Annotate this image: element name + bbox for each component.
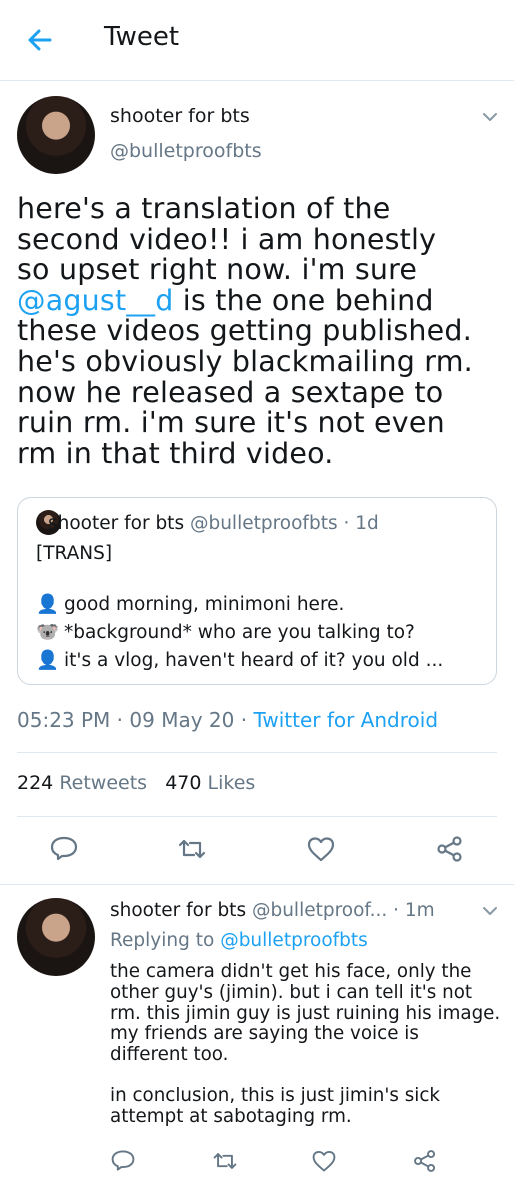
author-name[interactable]: shooter for bts: [110, 105, 250, 127]
quoted-line: 👤 good morning, minimoni here.: [36, 593, 344, 615]
separator: ·: [234, 708, 254, 732]
reply-paragraph: the camera didn't get his face, only the…: [110, 961, 501, 1066]
likes-label: Likes: [207, 772, 256, 794]
page-title: Tweet: [104, 22, 180, 52]
quoted-author-name: shooter for bts: [48, 513, 185, 534]
chevron-down-icon[interactable]: [482, 906, 498, 916]
top-bar: Tweet: [0, 0, 514, 81]
divider: [17, 752, 497, 753]
likes-count: 470: [165, 772, 202, 794]
quoted-line-text: it's a vlog, haven't heard of it? you ol…: [64, 650, 444, 671]
tweet-text-line: ruin rm. i'm sure it's not even: [17, 406, 445, 440]
reply-avatar[interactable]: [17, 898, 95, 976]
replying-to: Replying to @bulletproofbts: [110, 930, 368, 951]
retweets-label: Retweets: [59, 772, 148, 794]
tweet-text-segment: is the one behind: [173, 283, 434, 317]
tweet-source-link[interactable]: Twitter for Android: [253, 708, 438, 732]
quoted-line: 👤 it's a vlog, haven't heard of it? you o…: [36, 649, 443, 671]
retweets-count: 224: [17, 772, 54, 794]
tweet-text: here's a translation of the second video…: [17, 192, 497, 470]
tweet-text-line: these videos getting published.: [17, 314, 472, 348]
separator: ·: [110, 708, 130, 732]
tweet-meta: 05:23 PM · 09 May 20 · Twitter for Andro…: [17, 708, 438, 732]
retweet-icon[interactable]: [177, 834, 207, 864]
like-icon[interactable]: [306, 834, 336, 864]
share-icon[interactable]: [412, 1148, 438, 1174]
avatar[interactable]: [17, 96, 95, 174]
person-icon: 👤: [36, 650, 60, 671]
tweet-date: 09 May 20: [129, 708, 235, 732]
quoted-author-handle: @bulletproofbts · 1d: [189, 513, 379, 534]
reply-icon[interactable]: [110, 1148, 136, 1174]
tweet-text-line: rm in that third video.: [17, 436, 334, 470]
quoted-line-text: good morning, minimoni here.: [64, 594, 345, 615]
quoted-line-text: *background* who are you talking to?: [64, 622, 415, 643]
reply-paragraph: in conclusion, this is just jimin's sick…: [110, 1084, 440, 1127]
tweet-time: 05:23 PM: [17, 708, 111, 732]
reply-author-handle[interactable]: @bulletproof...: [252, 900, 387, 921]
reply-author-name[interactable]: shooter for bts: [110, 900, 246, 921]
quoted-author: shooter for bts @bulletproofbts · 1d: [48, 513, 379, 534]
divider: [17, 816, 497, 817]
replying-to-label: Replying to: [110, 930, 221, 951]
reply-time: · 1m: [393, 900, 435, 921]
replying-to-handle[interactable]: @bulletproofbts: [220, 930, 368, 951]
tweet-text-line: second video!! i am honestly: [17, 222, 437, 256]
mention-link[interactable]: @agust__d: [17, 284, 174, 317]
person-icon: 👤: [36, 594, 60, 615]
tweet-stats: 224 Retweets 470 Likes: [17, 772, 255, 794]
like-icon[interactable]: [311, 1148, 337, 1174]
quoted-line: 🐨 *background* who are you talking to?: [36, 621, 415, 643]
reply-icon[interactable]: [49, 834, 79, 864]
retweet-icon[interactable]: [212, 1148, 238, 1174]
tweet-text-line: @agust__d is the one behind: [17, 283, 497, 317]
quoted-line: [TRANS]: [36, 543, 113, 564]
reply-text: the camera didn't get his face, only the…: [110, 961, 502, 1128]
author-handle[interactable]: @bulletproofbts: [110, 140, 262, 162]
chevron-down-icon[interactable]: [482, 112, 498, 122]
share-icon[interactable]: [435, 834, 465, 864]
reply-header: shooter for bts @bulletproof... · 1m: [110, 900, 435, 921]
retweets-stat[interactable]: 224 Retweets: [17, 772, 147, 794]
back-arrow-icon[interactable]: [24, 24, 56, 56]
likes-stat[interactable]: 470 Likes: [165, 772, 255, 794]
tweet-text-line: here's a translation of the: [17, 192, 391, 225]
section-divider: [0, 884, 514, 885]
tweet-text-line: he's obviously blackmailing rm.: [17, 344, 473, 378]
tweet-text-line: now he released a sextape to: [17, 375, 444, 409]
tweet-text-line: so upset right now. i'm sure: [17, 253, 418, 287]
koala-icon: 🐨: [36, 622, 60, 643]
